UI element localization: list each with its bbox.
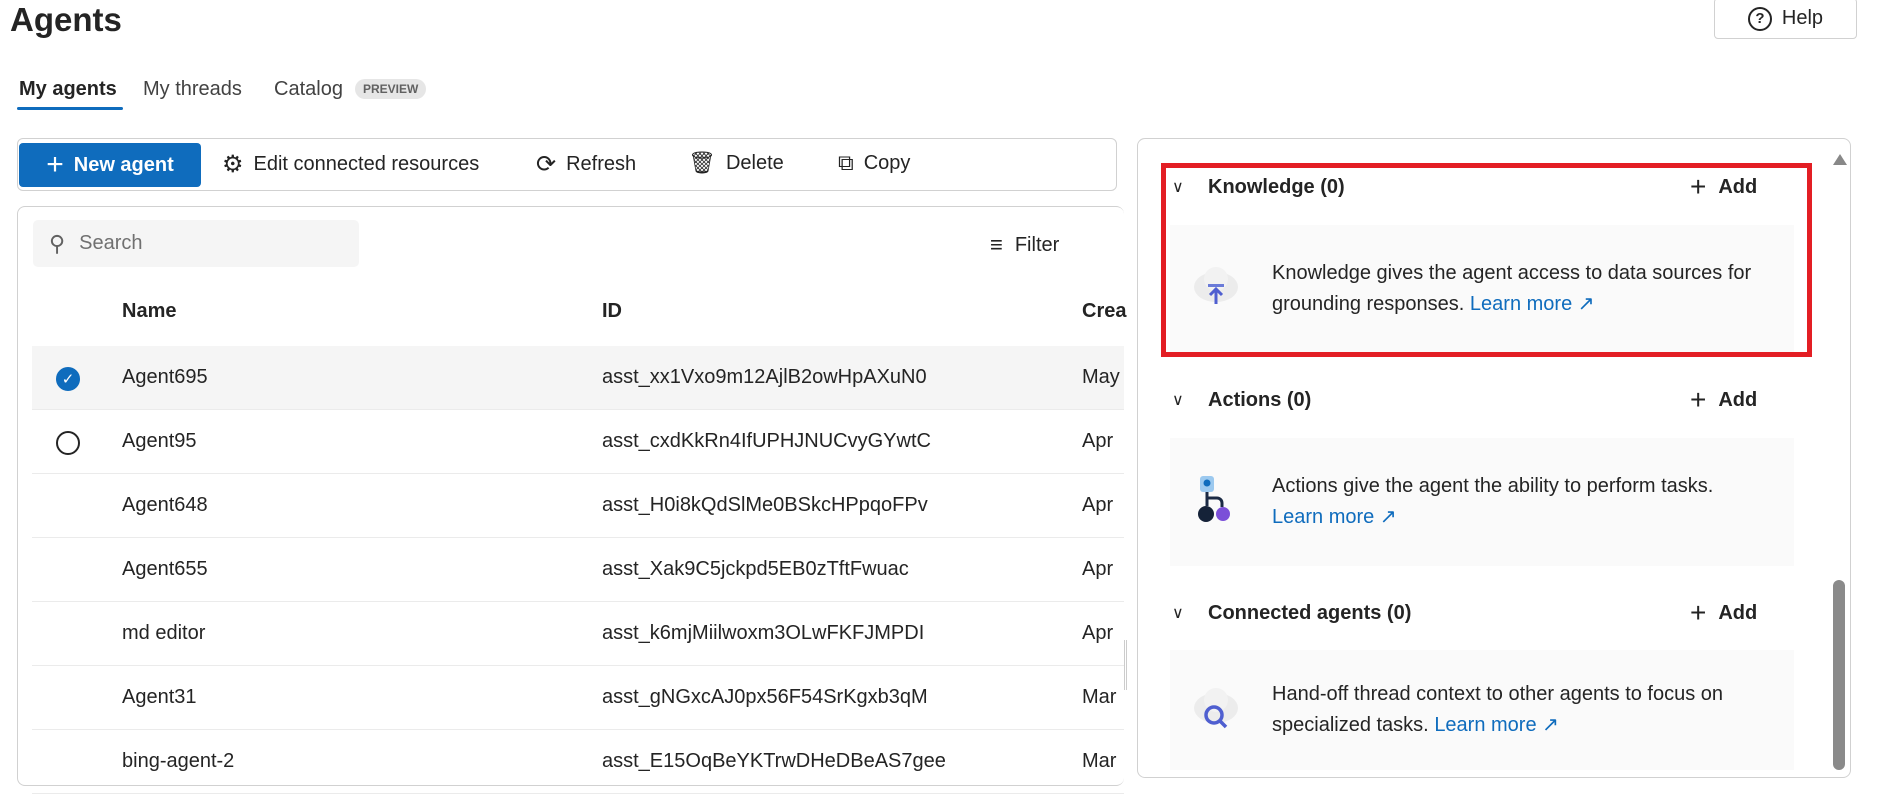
delete-button[interactable]: 🗑 Delete bbox=[688, 150, 784, 176]
tab-my-threads[interactable]: My threads bbox=[143, 78, 242, 101]
add-label: Add bbox=[1718, 601, 1758, 624]
refresh-icon: ⟳ bbox=[536, 151, 557, 178]
column-header-id[interactable]: ID bbox=[602, 300, 622, 323]
add-label: Add bbox=[1718, 388, 1758, 411]
table-row[interactable]: Agent31 asst_gNGxcAJ0px56F54SrKgxb3qM Mar bbox=[32, 666, 1124, 730]
table-row[interactable]: Agent655 asst_Xak9C5jckpd5EB0zTftFwuac Apr bbox=[32, 538, 1124, 602]
edit-connected-resources-button[interactable]: ⚙ Edit connected resources bbox=[222, 150, 479, 179]
table-row[interactable]: md editor asst_k6mjMiilwoxm3OLwFKFJMPDI Ap… bbox=[32, 602, 1124, 666]
agent-created: Apr bbox=[1082, 494, 1114, 516]
highlight-box bbox=[1161, 163, 1812, 357]
agent-id: asst_k6mjMiilwoxm3OLwFKFJMPDI bbox=[602, 622, 925, 644]
copy-button[interactable]: ⧉ Copy bbox=[838, 150, 910, 176]
external-link-icon: ↗ bbox=[1379, 506, 1397, 528]
add-actions-button[interactable]: + Add bbox=[1690, 384, 1757, 416]
agent-created: Mar bbox=[1082, 750, 1117, 772]
gear-icon: ⚙ bbox=[222, 151, 244, 178]
refresh-label: Refresh bbox=[566, 153, 637, 175]
agent-name: md editor bbox=[122, 622, 206, 644]
copy-label: Copy bbox=[863, 151, 911, 174]
page-title: Agents bbox=[10, 1, 122, 38]
plus-icon: + bbox=[46, 148, 64, 181]
table-row[interactable]: ✓ Agent695 asst_xx1Vxo9m12AjlB2owHpAXuN0 Ma… bbox=[32, 346, 1124, 410]
agent-created: May bbox=[1082, 366, 1120, 388]
actions-flow-icon bbox=[1188, 472, 1244, 533]
panel-resize-handle[interactable] bbox=[1124, 640, 1127, 690]
filter-label: Filter bbox=[1014, 233, 1060, 256]
question-icon: ? bbox=[1747, 6, 1772, 31]
trash-icon: 🗑 bbox=[688, 150, 716, 175]
chevron-down-icon[interactable]: ∨ bbox=[1172, 603, 1194, 623]
filter-icon: ≡ bbox=[990, 232, 1003, 257]
scrollbar-thumb[interactable] bbox=[1833, 580, 1845, 770]
table-row[interactable]: Agent648 asst_H0i8kQdSlMe0BSkcHPpqoFPv Apr bbox=[32, 474, 1124, 538]
agent-name: Agent655 bbox=[122, 558, 208, 580]
section-title: Actions (0) bbox=[1208, 388, 1312, 411]
column-header-created[interactable]: Crea bbox=[1082, 300, 1126, 323]
connected-agents-info-card: Hand-off thread context to other agents … bbox=[1170, 650, 1794, 770]
agent-id: asst_H0i8kQdSlMe0BSkcHPpqoFPv bbox=[602, 494, 928, 516]
section-header-connected-agents[interactable]: ∨ Connected agents (0) + Add bbox=[1172, 597, 1772, 629]
learn-more-link[interactable]: Learn more ↗ bbox=[1434, 714, 1559, 736]
filter-button[interactable]: ≡ Filter bbox=[990, 232, 1059, 258]
new-agent-label: New agent bbox=[73, 153, 174, 176]
chevron-down-icon[interactable]: ∨ bbox=[1172, 390, 1194, 410]
search-input[interactable]: ⚲ Search bbox=[33, 220, 359, 267]
agent-name: Agent31 bbox=[122, 686, 197, 708]
refresh-button[interactable]: ⟳ Refresh bbox=[536, 150, 636, 179]
agent-id: asst_Xak9C5jckpd5EB0zTftFwuac bbox=[602, 558, 909, 580]
learn-more-label: Learn more bbox=[1272, 506, 1375, 528]
section-title: Connected agents (0) bbox=[1208, 601, 1412, 624]
plus-icon: + bbox=[1690, 597, 1707, 628]
plus-icon: + bbox=[1690, 384, 1707, 415]
add-connected-agents-button[interactable]: + Add bbox=[1690, 597, 1757, 629]
learn-more-link[interactable]: Learn more ↗ bbox=[1272, 506, 1397, 528]
learn-more-label: Learn more bbox=[1434, 714, 1537, 736]
copy-icon: ⧉ bbox=[838, 150, 854, 175]
agent-id: asst_cxdKkRn4IfUPHJNUCvyGYwtC bbox=[602, 430, 931, 452]
agent-created: Apr bbox=[1082, 622, 1114, 644]
scroll-up-arrow[interactable] bbox=[1833, 154, 1847, 165]
agent-id: asst_xx1Vxo9m12AjlB2owHpAXuN0 bbox=[602, 366, 927, 388]
edit-label: Edit connected resources bbox=[253, 153, 480, 175]
column-header-name[interactable]: Name bbox=[122, 300, 176, 323]
active-tab-indicator bbox=[17, 107, 123, 110]
agent-created: Mar bbox=[1082, 686, 1117, 708]
table-row[interactable]: bing-agent-2 asst_E15OqBeYKTrwDHeDBeAS7ge… bbox=[32, 730, 1124, 794]
preview-badge: PREVIEW bbox=[355, 79, 427, 99]
agent-id: asst_gNGxcAJ0px56F54SrKgxb3qM bbox=[602, 686, 928, 708]
agent-name: Agent648 bbox=[122, 494, 208, 516]
search-placeholder: Search bbox=[79, 232, 143, 254]
actions-info-card: Actions give the agent the ability to pe… bbox=[1170, 438, 1794, 566]
delete-label: Delete bbox=[725, 151, 784, 174]
new-agent-button[interactable]: + New agent bbox=[19, 143, 201, 187]
help-label: Help bbox=[1781, 7, 1824, 29]
tab-my-agents[interactable]: My agents bbox=[19, 78, 117, 101]
agent-created: Apr bbox=[1082, 430, 1114, 452]
table-row[interactable]: Agent95 asst_cxdKkRn4IfUPHJNUCvyGYwtC Apr bbox=[32, 410, 1124, 474]
agent-id: asst_E15OqBeYKTrwDHeDBeAS7gee bbox=[602, 750, 946, 772]
tab-catalog[interactable]: Catalog bbox=[274, 78, 343, 101]
section-header-actions[interactable]: ∨ Actions (0) + Add bbox=[1172, 384, 1772, 416]
help-button[interactable]: ? Help bbox=[1714, 0, 1857, 39]
row-select-radio[interactable] bbox=[56, 431, 80, 455]
search-icon: ⚲ bbox=[49, 230, 66, 256]
section-description: Actions give the agent the ability to pe… bbox=[1272, 475, 1714, 497]
agent-name: Agent95 bbox=[122, 430, 197, 452]
cloud-search-icon bbox=[1188, 680, 1244, 741]
agent-name: bing-agent-2 bbox=[122, 750, 235, 772]
agent-name: Agent695 bbox=[122, 366, 208, 388]
row-select-radio[interactable]: ✓ bbox=[56, 367, 80, 391]
external-link-icon: ↗ bbox=[1542, 714, 1559, 736]
agent-created: Apr bbox=[1082, 558, 1114, 580]
